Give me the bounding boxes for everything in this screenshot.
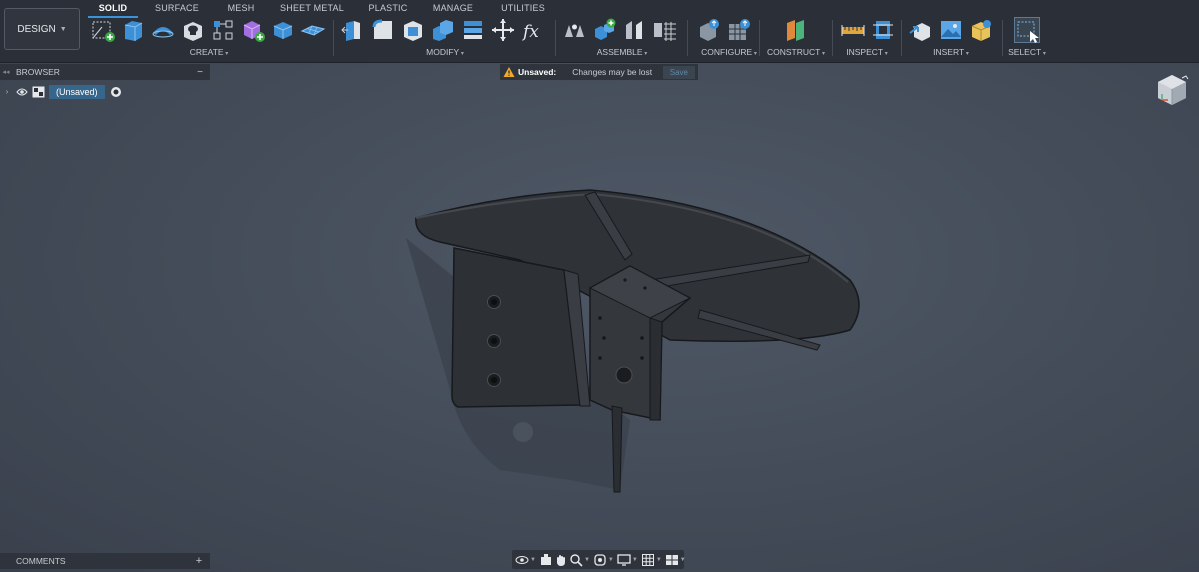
viewcube[interactable] (1152, 70, 1192, 110)
shell-icon[interactable] (400, 17, 426, 43)
select-window-icon[interactable] (1014, 17, 1040, 43)
create-sketch-icon[interactable] (90, 17, 116, 43)
hole-icon[interactable] (180, 17, 206, 43)
tab-mesh[interactable]: MESH (216, 0, 266, 16)
viewports-icon[interactable]: ▼ (665, 551, 688, 568)
pan-icon[interactable] (554, 551, 568, 568)
fillet-icon[interactable] (370, 17, 396, 43)
comments-title: COMMENTS (16, 556, 66, 566)
combine-icon[interactable] (430, 17, 456, 43)
unsaved-message: Changes may be lost (572, 67, 653, 77)
group-assemble-label[interactable]: ASSEMBLE (562, 47, 682, 57)
unsaved-label: Unsaved: (518, 67, 557, 77)
group-create: CREATE (90, 16, 328, 62)
chevron-down-icon: ▼ (59, 25, 67, 33)
save-button[interactable]: Save (662, 65, 695, 79)
svg-text:fx: fx (521, 22, 539, 42)
browser-header: ◂◂ BROWSER − (0, 64, 210, 80)
move-icon[interactable] (490, 17, 516, 43)
browser-title: BROWSER (16, 67, 60, 77)
panel-grip-icon[interactable]: ◂◂ (0, 68, 12, 76)
navigation-bar: ▼ ▼ ▼ ▼ ▼ ▼ (512, 550, 686, 569)
activate-radio-icon[interactable] (109, 85, 123, 99)
group-inspect: INSPECT (836, 16, 898, 62)
group-assemble: ASSEMBLE (562, 16, 682, 62)
workspace-label: DESIGN (17, 23, 56, 35)
group-insert-label[interactable]: INSERT (906, 47, 996, 57)
divider (687, 20, 688, 56)
tab-sheet-metal[interactable]: SHEET METAL (266, 0, 358, 16)
group-inspect-label[interactable]: INSPECT (836, 47, 898, 57)
orbit-icon[interactable]: ▼ (515, 551, 538, 568)
joint-origin-icon[interactable] (652, 17, 678, 43)
group-configure-label[interactable]: CONFIGURE (694, 47, 764, 57)
add-comment-button[interactable]: + (188, 555, 210, 567)
mesh-plane-icon[interactable] (300, 17, 326, 43)
new-component-icon[interactable] (592, 17, 618, 43)
group-construct: CONSTRUCT (764, 16, 828, 62)
grid-icon[interactable]: ▼ (641, 551, 664, 568)
comments-panel: COMMENTS + (0, 553, 210, 569)
box-icon[interactable] (270, 17, 296, 43)
tab-utilities[interactable]: UTILITIES (488, 0, 558, 16)
group-select: SELECT (1002, 16, 1052, 62)
look-at-icon[interactable] (539, 551, 553, 568)
revolve-icon[interactable] (150, 17, 176, 43)
press-pull-icon[interactable] (340, 17, 366, 43)
divider (832, 20, 833, 56)
tab-manage[interactable]: MANAGE (418, 0, 488, 16)
extrude-icon[interactable] (120, 17, 146, 43)
configure-icon[interactable] (696, 17, 722, 43)
group-configure: CONFIGURE (694, 16, 764, 62)
group-insert: INSERT (906, 16, 996, 62)
offset-plane-icon[interactable] (783, 17, 809, 43)
divider (555, 20, 556, 56)
table-icon[interactable] (726, 17, 752, 43)
divider (901, 20, 902, 56)
tab-plastic[interactable]: PLASTIC (358, 0, 418, 16)
zoom-icon[interactable]: ▼ (569, 551, 592, 568)
fit-icon[interactable]: ▼ (593, 551, 616, 568)
browser-root-label[interactable]: (Unsaved) (49, 84, 105, 99)
divider (759, 20, 760, 56)
section-analysis-icon[interactable] (870, 17, 896, 43)
expand-arrow-icon[interactable]: › (0, 87, 14, 96)
group-construct-label[interactable]: CONSTRUCT (764, 47, 828, 57)
minimize-button[interactable]: − (190, 67, 210, 78)
toolbar-tabs: SOLID SURFACE MESH SHEET METAL PLASTIC M… (88, 0, 558, 18)
eye-icon[interactable] (14, 85, 30, 99)
group-modify-label[interactable]: MODIFY (340, 47, 550, 57)
divider (333, 20, 334, 56)
model-viewport[interactable] (380, 170, 900, 510)
create-form-icon[interactable] (240, 17, 266, 43)
component-icon (30, 85, 46, 99)
tab-surface[interactable]: SURFACE (138, 0, 216, 16)
joint-icon[interactable] (562, 17, 588, 43)
insert-image-icon[interactable] (938, 17, 964, 43)
group-create-label[interactable]: CREATE (90, 47, 328, 57)
display-settings-icon[interactable]: ▼ (617, 551, 640, 568)
insert-mcmaster-icon[interactable] (968, 17, 994, 43)
workspace-switcher[interactable]: DESIGN ▼ (4, 8, 80, 50)
parameters-icon[interactable]: fx (520, 17, 546, 43)
as-built-joint-icon[interactable] (622, 17, 648, 43)
rectangular-pattern-icon[interactable] (210, 17, 236, 43)
group-select-label[interactable]: SELECT (1002, 47, 1052, 57)
insert-derive-icon[interactable] (908, 17, 934, 43)
measure-icon[interactable] (840, 17, 866, 43)
align-icon[interactable] (460, 17, 486, 43)
unsaved-banner: Unsaved: Changes may be lost Save (500, 64, 698, 80)
warning-icon (503, 67, 515, 77)
group-modify: fx MODIFY (340, 16, 550, 62)
toolbar: DESIGN ▼ SOLID SURFACE MESH SHEET METAL … (0, 0, 1199, 63)
browser-root-item[interactable]: › (Unsaved) (0, 83, 210, 100)
